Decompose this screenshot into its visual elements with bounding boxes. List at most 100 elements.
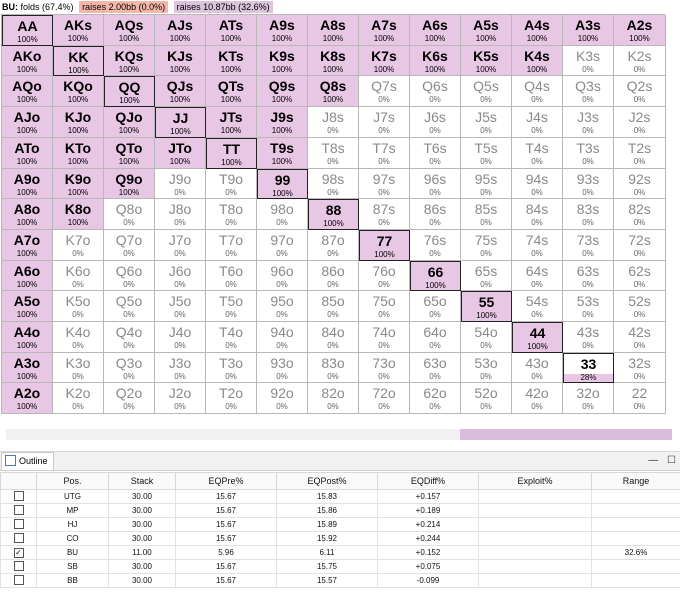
hand-cell[interactable]: A9o 100%	[2, 169, 53, 199]
table-row[interactable]: UTG 30.00 15.67 15.83 +0.157	[0, 489, 680, 504]
hand-cell[interactable]: K3s 0%	[563, 46, 614, 76]
hand-cell[interactable]: A2o 100%	[2, 383, 53, 414]
hand-cell[interactable]: 76o 0%	[359, 261, 410, 291]
col-header-pos[interactable]: Pos.	[36, 472, 109, 490]
hand-cell[interactable]: T7s 0%	[359, 138, 410, 169]
hand-cell[interactable]: KTo 100%	[53, 138, 104, 169]
hand-cell[interactable]: JJ 100%	[155, 107, 206, 138]
hand-cell[interactable]: Q9o 100%	[104, 169, 155, 199]
hand-cell[interactable]: Q7o 0%	[104, 230, 155, 261]
hand-cell[interactable]: A3o 100%	[2, 353, 53, 383]
hand-cell[interactable]: JTo 100%	[155, 138, 206, 169]
hand-cell[interactable]: 87s 0%	[359, 199, 410, 230]
hand-cell[interactable]: 99 100%	[257, 169, 308, 199]
outline-tab[interactable]: Outline	[1, 452, 54, 470]
table-row[interactable]: BB 30.00 15.67 15.57 -0.099	[0, 573, 680, 588]
hand-cell[interactable]: 42o 0%	[512, 383, 563, 414]
hand-cell[interactable]: A4s 100%	[512, 15, 563, 46]
hand-cell[interactable]: Q8s 100%	[308, 76, 359, 107]
hand-cell[interactable]: 32o 0%	[563, 383, 614, 414]
hand-cell[interactable]: 62o 0%	[410, 383, 461, 414]
hand-cell[interactable]: T9s 100%	[257, 138, 308, 169]
hand-cell[interactable]: AQo 100%	[2, 76, 53, 107]
hand-cell[interactable]: 76s 0%	[410, 230, 461, 261]
hand-cell[interactable]: JTs 100%	[206, 107, 257, 138]
hand-cell[interactable]: 97s 0%	[359, 169, 410, 199]
hand-cell[interactable]: 95o 0%	[257, 291, 308, 322]
hand-cell[interactable]: 64o 0%	[410, 322, 461, 353]
hand-cell[interactable]: 94o 0%	[257, 322, 308, 353]
scrollbar-thumb[interactable]	[460, 429, 672, 440]
hand-cell[interactable]: J3s 0%	[563, 107, 614, 138]
hand-cell[interactable]: 83s 0%	[563, 199, 614, 230]
hand-cell[interactable]: AQs 100%	[104, 15, 155, 46]
hand-cell[interactable]: 87o 0%	[308, 230, 359, 261]
table-row[interactable]: CO 30.00 15.67 15.92 +0.244	[0, 531, 680, 546]
horizontal-scrollbar[interactable]	[6, 429, 672, 440]
hand-cell[interactable]: 55 100%	[461, 291, 512, 322]
hand-cell[interactable]: T4o 0%	[206, 322, 257, 353]
col-header-eqdiff[interactable]: EQDiff%	[377, 472, 479, 490]
hand-cell[interactable]: A5o 100%	[2, 291, 53, 322]
col-header-range[interactable]: Range	[591, 472, 680, 490]
hand-cell[interactable]: A3s 100%	[563, 15, 614, 46]
hand-cell[interactable]: Q8o 0%	[104, 199, 155, 230]
hand-cell[interactable]: A7o 100%	[2, 230, 53, 261]
hand-cell[interactable]: K2o 0%	[53, 383, 104, 414]
hand-cell[interactable]: K6s 100%	[410, 46, 461, 76]
hand-cell[interactable]: 65o 0%	[410, 291, 461, 322]
hand-cell[interactable]: J3o 0%	[155, 353, 206, 383]
col-header-stack[interactable]: Stack	[108, 472, 176, 490]
hand-cell[interactable]: 42s 0%	[614, 322, 666, 353]
hand-cell[interactable]: J2o 0%	[155, 383, 206, 414]
hand-cell[interactable]: J5o 0%	[155, 291, 206, 322]
col-header-eqpre[interactable]: EQPre%	[175, 472, 277, 490]
hand-cell[interactable]: 52s 0%	[614, 291, 666, 322]
hand-cell[interactable]: Q5s 0%	[461, 76, 512, 107]
hand-cell[interactable]: 77 100%	[359, 230, 410, 261]
hand-cell[interactable]: J4s 0%	[512, 107, 563, 138]
hand-cell[interactable]: 74o 0%	[359, 322, 410, 353]
hand-cell[interactable]: Q2o 0%	[104, 383, 155, 414]
hand-cell[interactable]: TT 100%	[206, 138, 257, 169]
hand-cell[interactable]: 74s 0%	[512, 230, 563, 261]
table-row[interactable]: SB 30.00 15.67 15.75 +0.075	[0, 559, 680, 574]
hand-cell[interactable]: A9s 100%	[257, 15, 308, 46]
hand-cell[interactable]: Q6s 0%	[410, 76, 461, 107]
hand-cell[interactable]: K4s 100%	[512, 46, 563, 76]
hand-cell[interactable]: 86s 0%	[410, 199, 461, 230]
hand-cell[interactable]: 84s 0%	[512, 199, 563, 230]
hand-cell[interactable]: A6o 100%	[2, 261, 53, 291]
hand-cell[interactable]: KQo 100%	[53, 76, 104, 107]
hand-cell[interactable]: Q7s 0%	[359, 76, 410, 107]
table-row[interactable]: ✓ BU 11.00 5.96 6.11 +0.152 32.6%	[0, 545, 680, 560]
hand-cell[interactable]: AJo 100%	[2, 107, 53, 138]
row-checkbox[interactable]: ✓	[13, 547, 24, 558]
hand-cell[interactable]: K9s 100%	[257, 46, 308, 76]
hand-cell[interactable]: Q3o 0%	[104, 353, 155, 383]
table-row[interactable]: MP 30.00 15.67 15.86 +0.189	[0, 503, 680, 518]
hand-cell[interactable]: T8o 0%	[206, 199, 257, 230]
hand-cell[interactable]: 83o 0%	[308, 353, 359, 383]
col-header-eqpost[interactable]: EQPost%	[276, 472, 378, 490]
hand-cell[interactable]: 53s 0%	[563, 291, 614, 322]
hand-cell[interactable]: QTo 100%	[104, 138, 155, 169]
hand-cell[interactable]: 82o 0%	[308, 383, 359, 414]
hand-cell[interactable]: T2s 0%	[614, 138, 666, 169]
hand-cell[interactable]: AKo 100%	[2, 46, 53, 76]
hand-cell[interactable]: Q6o 0%	[104, 261, 155, 291]
hand-cell[interactable]: KTs 100%	[206, 46, 257, 76]
hand-cell[interactable]: J7s 0%	[359, 107, 410, 138]
hand-cell[interactable]: A8o 100%	[2, 199, 53, 230]
raise-small-badge[interactable]: raises 2.00bb (0.0%)	[79, 1, 169, 13]
hand-cell[interactable]: K8s 100%	[308, 46, 359, 76]
hand-cell[interactable]: 85o 0%	[308, 291, 359, 322]
hand-cell[interactable]: Q4o 0%	[104, 322, 155, 353]
hand-cell[interactable]: A6s 100%	[410, 15, 461, 46]
hand-cell[interactable]: T3o 0%	[206, 353, 257, 383]
hand-cell[interactable]: AA 100%	[2, 15, 53, 46]
hand-cell[interactable]: 53o 0%	[461, 353, 512, 383]
hand-cell[interactable]: QJs 100%	[155, 76, 206, 107]
hand-cell[interactable]: 54s 0%	[512, 291, 563, 322]
hand-cell[interactable]: ATs 100%	[206, 15, 257, 46]
